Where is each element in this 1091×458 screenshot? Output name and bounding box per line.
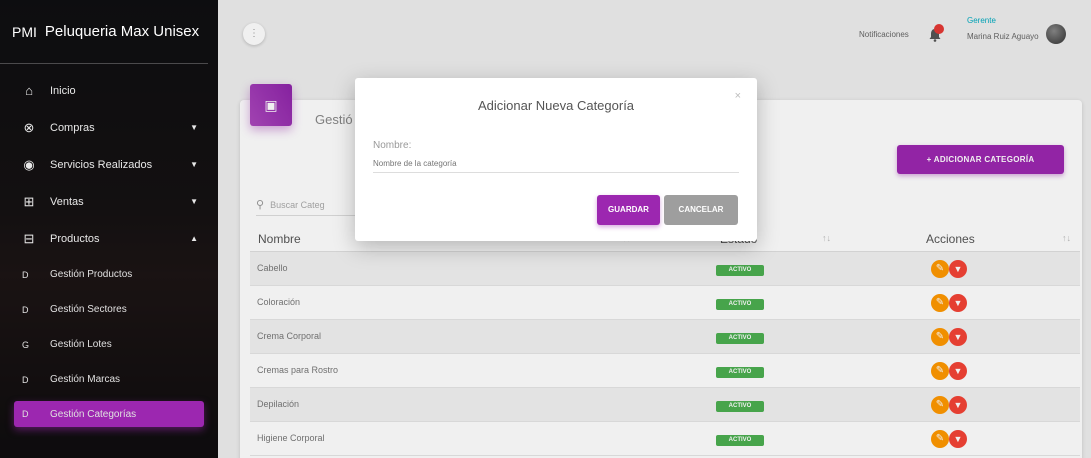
brand[interactable]: PMI Peluqueria Max Unisex: [0, 0, 208, 64]
name-field-label: Nombre:: [373, 140, 412, 151]
sidebar-subitem-marcas[interactable]: D Gestión Marcas: [0, 362, 218, 397]
sidebar-subitem-bullet: D: [22, 374, 29, 385]
sidebar-subitem-bullet: D: [22, 304, 29, 315]
save-button[interactable]: GUARDAR: [597, 195, 660, 225]
caret-up-icon: ▲: [190, 234, 198, 243]
sidebar-item-compras[interactable]: ⊗ Compras ▼: [0, 109, 218, 146]
caret-down-icon: ▼: [190, 123, 198, 132]
sidebar-item-servicios[interactable]: ◉ Servicios Realizados ▼: [0, 146, 218, 183]
cart-icon: ⊞: [23, 193, 35, 209]
caret-down-icon: ▼: [190, 160, 198, 169]
close-icon[interactable]: ×: [735, 90, 741, 102]
dialog-title: Adicionar Nueva Categoría: [477, 98, 635, 113]
sidebar-item-label: Compras: [50, 121, 95, 134]
sidebar-subitem-lotes[interactable]: G Gestión Lotes: [0, 327, 218, 362]
sidebar-item-inicio[interactable]: ⌂ Inicio: [0, 72, 218, 109]
home-icon: ⌂: [25, 83, 33, 98]
sidebar-subitem-categorias[interactable]: D Gestión Categorías: [14, 401, 204, 427]
sidebar-subitem-label: Gestión Lotes: [50, 339, 112, 350]
sidebar-subitem-label: Gestión Marcas: [50, 374, 121, 385]
cart-off-icon: ⊗: [23, 119, 35, 135]
sidebar-item-label: Ventas: [50, 195, 84, 208]
sidebar-subitem-label: Gestión Categorías: [50, 408, 137, 420]
caret-down-icon: ▼: [190, 197, 198, 206]
sidebar-item-label: Productos: [50, 232, 100, 245]
brand-abbr: PMI: [12, 23, 37, 40]
sidebar-subitem-bullet: D: [22, 269, 29, 280]
sidebar-item-productos[interactable]: ⊟ Productos ▲: [0, 220, 218, 257]
sidebar-subitem-productos[interactable]: D Gestión Productos: [0, 257, 218, 292]
category-name-input[interactable]: [373, 155, 739, 173]
add-category-dialog: Adicionar Nueva Categoría × Nombre: GUAR…: [355, 78, 757, 241]
sidebar-subitem-bullet: G: [22, 339, 30, 350]
sidebar-subitem-bullet: D: [22, 409, 29, 419]
cart-outline-icon: ⊟: [23, 230, 35, 246]
sidebar-item-ventas[interactable]: ⊞ Ventas ▼: [0, 183, 218, 220]
sidebar: PMI Peluqueria Max Unisex ⌂ Inicio ⊗ Com…: [0, 0, 218, 458]
brand-title: Peluqueria Max Unisex: [44, 23, 200, 40]
cancel-button[interactable]: CANCELAR: [664, 195, 738, 225]
sidebar-subitem-sectores[interactable]: D Gestión Sectores: [0, 292, 218, 327]
sidebar-subitem-label: Gestión Sectores: [50, 304, 127, 315]
sidebar-item-label: Servicios Realizados: [50, 158, 153, 171]
sidebar-item-label: Inicio: [50, 84, 76, 97]
eye-icon: ◉: [23, 156, 35, 172]
sidebar-subitem-label: Gestión Productos: [50, 269, 133, 280]
